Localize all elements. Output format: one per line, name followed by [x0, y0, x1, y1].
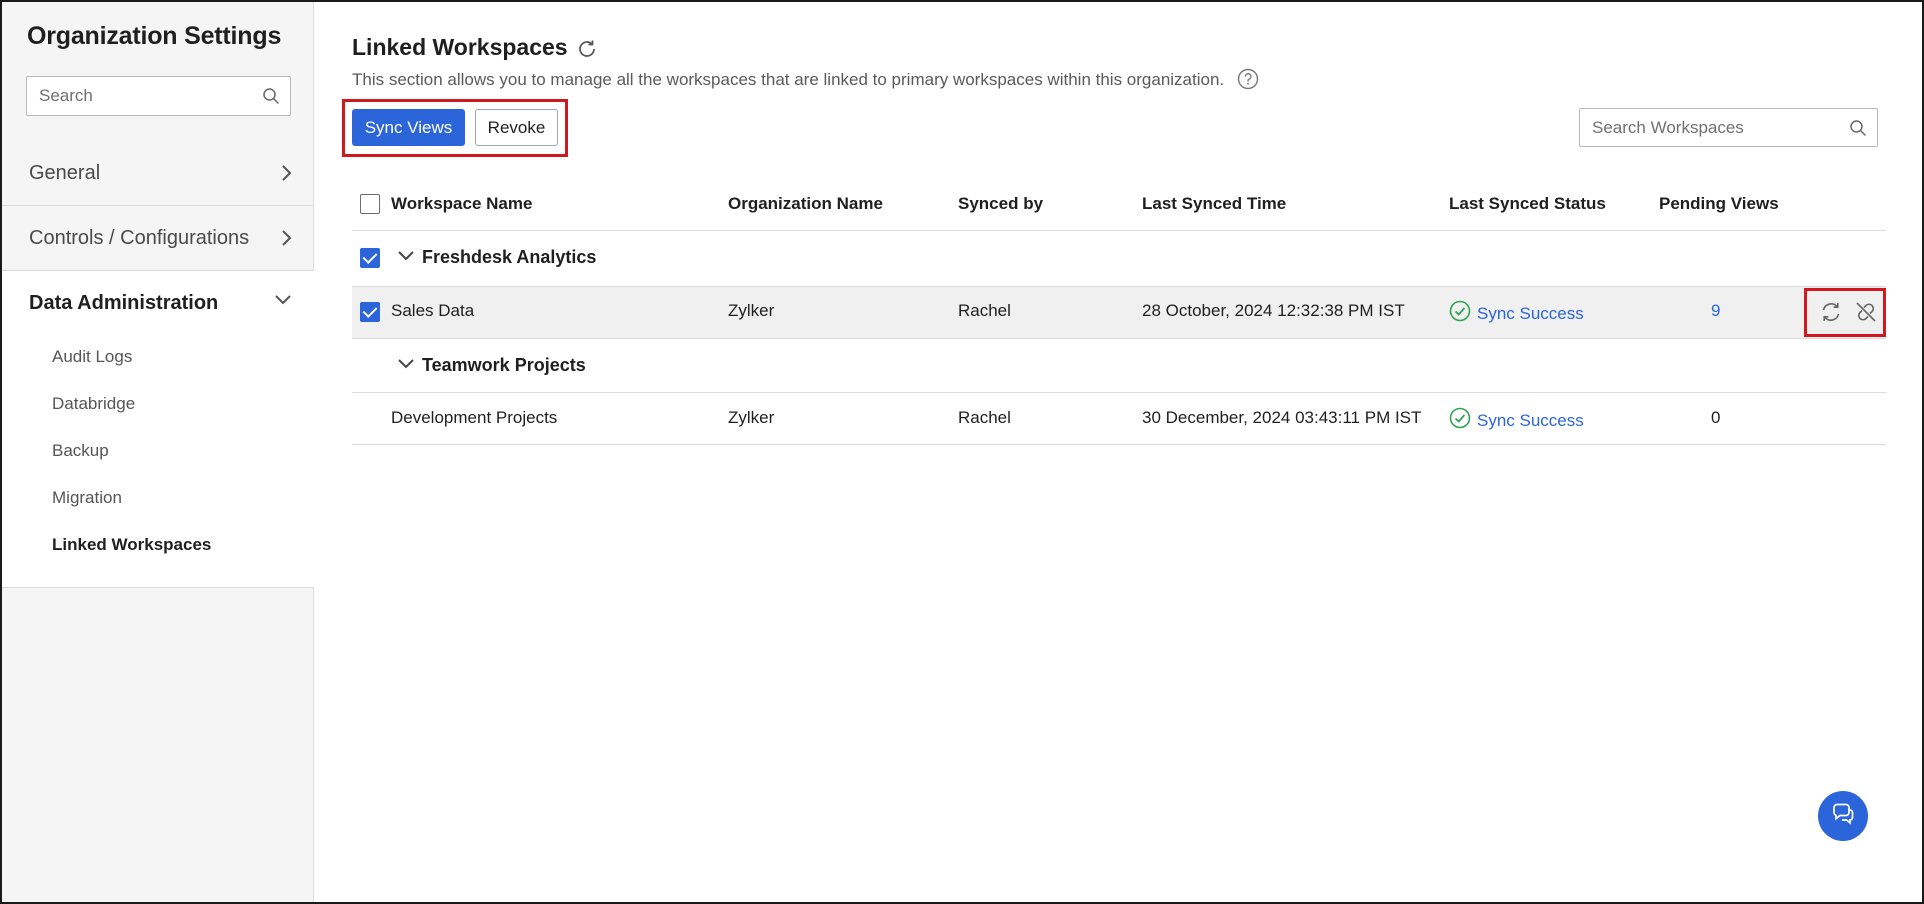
group-row-freshdesk[interactable]: Freshdesk Analytics	[352, 231, 1886, 285]
search-icon[interactable]	[262, 87, 280, 110]
cell-synced-by: Rachel	[958, 408, 1011, 427]
select-all-checkbox[interactable]	[360, 194, 380, 214]
status-text: Sync Success	[1477, 410, 1584, 430]
sidebar-item-linked-workspaces[interactable]: Linked Workspaces	[52, 535, 211, 555]
table-divider	[352, 392, 1886, 393]
chevron-down-icon	[274, 293, 292, 312]
sidebar-group-label: Data Administration	[29, 291, 219, 314]
sidebar-item-audit-logs[interactable]: Audit Logs	[52, 347, 132, 367]
refresh-icon[interactable]	[576, 38, 598, 65]
sidebar-group-data-administration[interactable]: Data Administration	[2, 271, 314, 335]
workspace-search	[1579, 108, 1878, 147]
help-icon[interactable]	[1237, 68, 1259, 95]
sidebar: Organization Settings General Controls /…	[2, 2, 314, 902]
cell-last-synced-time: 28 October, 2024 12:32:38 PM IST	[1142, 301, 1405, 320]
cell-organization: Zylker	[728, 408, 775, 427]
chat-button[interactable]	[1818, 791, 1868, 841]
status-text: Sync Success	[1477, 303, 1584, 323]
sidebar-item-backup[interactable]: Backup	[52, 441, 109, 461]
cell-last-synced-time: 30 December, 2024 03:43:11 PM IST	[1142, 408, 1422, 427]
column-header-last-synced-time[interactable]: Last Synced Time	[1142, 194, 1286, 214]
column-header-organization[interactable]: Organization Name	[728, 194, 883, 214]
chevron-right-icon	[280, 228, 292, 253]
sidebar-title: Organization Settings	[27, 22, 282, 50]
sidebar-group-controls[interactable]: Controls / Configurations	[2, 206, 314, 270]
table-divider	[352, 444, 1886, 445]
sidebar-group-label: General	[29, 161, 101, 184]
sync-views-button[interactable]: Sync Views	[352, 109, 465, 146]
status-link[interactable]: Sync Success	[1449, 300, 1584, 327]
sidebar-search-input[interactable]	[27, 77, 247, 115]
sidebar-group-general[interactable]: General	[2, 141, 314, 205]
workspace-search-input[interactable]	[1580, 109, 1835, 146]
revoke-button[interactable]: Revoke	[475, 109, 558, 146]
pending-views-count: 0	[1711, 408, 1721, 427]
column-header-pending-views[interactable]: Pending Views	[1659, 194, 1779, 214]
cell-workspace-name[interactable]: Sales Data	[391, 301, 474, 321]
chat-icon	[1829, 800, 1857, 833]
sidebar-search	[26, 76, 291, 116]
sidebar-item-migration[interactable]: Migration	[52, 488, 122, 508]
cell-workspace-name[interactable]: Development Projects	[391, 408, 557, 428]
unlink-icon[interactable]	[1854, 300, 1878, 329]
pending-views-link[interactable]: 9	[1711, 301, 1720, 321]
page-description: This section allows you to manage all th…	[352, 70, 1225, 89]
status-link[interactable]: Sync Success	[1449, 407, 1584, 434]
sidebar-group-label: Controls / Configurations	[29, 226, 250, 249]
search-icon[interactable]	[1849, 119, 1867, 142]
chevron-down-icon[interactable]	[397, 249, 415, 268]
column-header-workspace[interactable]: Workspace Name	[391, 194, 532, 214]
sidebar-item-databridge[interactable]: Databridge	[52, 394, 135, 414]
chevron-down-icon[interactable]	[397, 357, 415, 376]
group-name: Teamwork Projects	[422, 355, 586, 375]
cell-organization: Zylker	[728, 301, 775, 320]
column-header-last-synced-status[interactable]: Last Synced Status	[1449, 194, 1606, 214]
group-checkbox[interactable]	[360, 248, 380, 268]
table-row[interactable]	[352, 287, 1886, 338]
check-circle-icon	[1449, 407, 1471, 434]
row-checkbox[interactable]	[360, 302, 380, 322]
check-circle-icon	[1449, 300, 1471, 327]
group-row-teamwork[interactable]: Teamwork Projects	[352, 339, 1886, 393]
page-title: Linked Workspaces	[352, 34, 568, 60]
column-header-synced-by[interactable]: Synced by	[958, 194, 1043, 214]
sync-icon[interactable]	[1819, 300, 1843, 329]
group-name: Freshdesk Analytics	[422, 247, 597, 267]
cell-synced-by: Rachel	[958, 301, 1011, 320]
chevron-right-icon	[280, 163, 292, 188]
